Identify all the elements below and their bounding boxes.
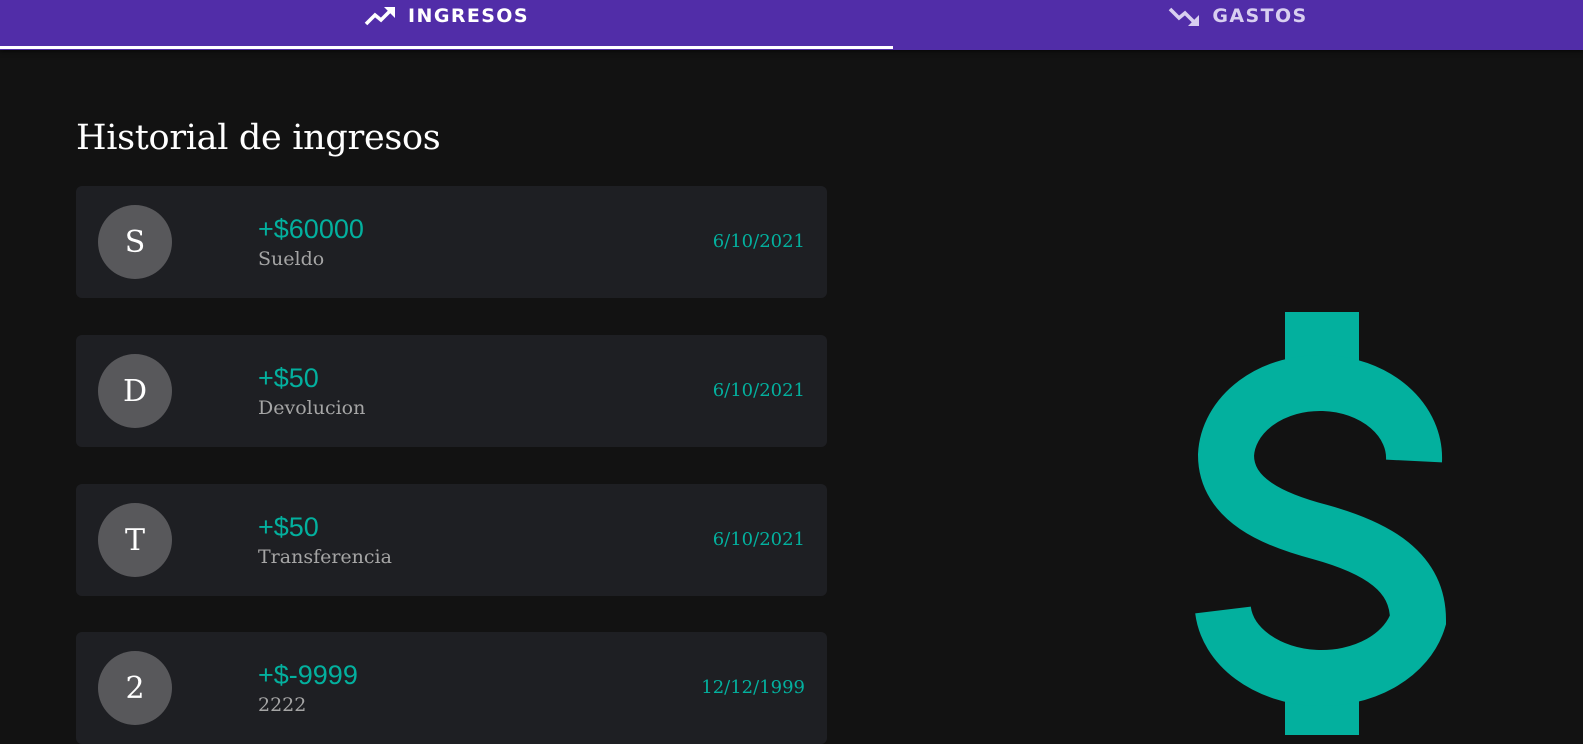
tab-ingresos[interactable]: INGRESOS: [0, 0, 893, 50]
income-date: 6/10/2021: [712, 380, 805, 401]
income-card[interactable]: T +$50 Transferencia 6/10/2021: [76, 484, 827, 596]
dollar-sign-icon: [1180, 310, 1460, 735]
tab-ingresos-label: INGRESOS: [408, 5, 529, 27]
tab-gastos-label: GASTOS: [1212, 5, 1308, 27]
avatar: T: [98, 503, 172, 577]
income-concept: Transferencia: [258, 546, 392, 568]
income-card[interactable]: D +$50 Devolucion 6/10/2021: [76, 335, 827, 447]
income-amount: +$-9999: [258, 660, 358, 690]
income-concept: Devolucion: [258, 397, 366, 419]
tab-gastos[interactable]: GASTOS: [893, 0, 1583, 50]
avatar: S: [98, 205, 172, 279]
income-concept: Sueldo: [258, 248, 325, 270]
tab-bar: INGRESOS GASTOS: [0, 0, 1583, 50]
income-date: 6/10/2021: [712, 529, 805, 550]
income-date: 6/10/2021: [712, 231, 805, 252]
avatar: 2: [98, 651, 172, 725]
income-date: 12/12/1999: [701, 677, 805, 698]
income-card[interactable]: S +$60000 Sueldo 6/10/2021: [76, 186, 827, 298]
trending-up-icon: [364, 5, 396, 27]
trending-down-icon: [1168, 5, 1200, 27]
active-tab-indicator: [0, 46, 893, 49]
income-amount: +$50: [258, 363, 319, 393]
page-title: Historial de ingresos: [76, 118, 441, 158]
income-concept: 2222: [258, 694, 307, 716]
avatar: D: [98, 354, 172, 428]
income-amount: +$50: [258, 512, 319, 542]
income-card[interactable]: 2 +$-9999 2222 12/12/1999: [76, 632, 827, 744]
income-amount: +$60000: [258, 214, 364, 244]
